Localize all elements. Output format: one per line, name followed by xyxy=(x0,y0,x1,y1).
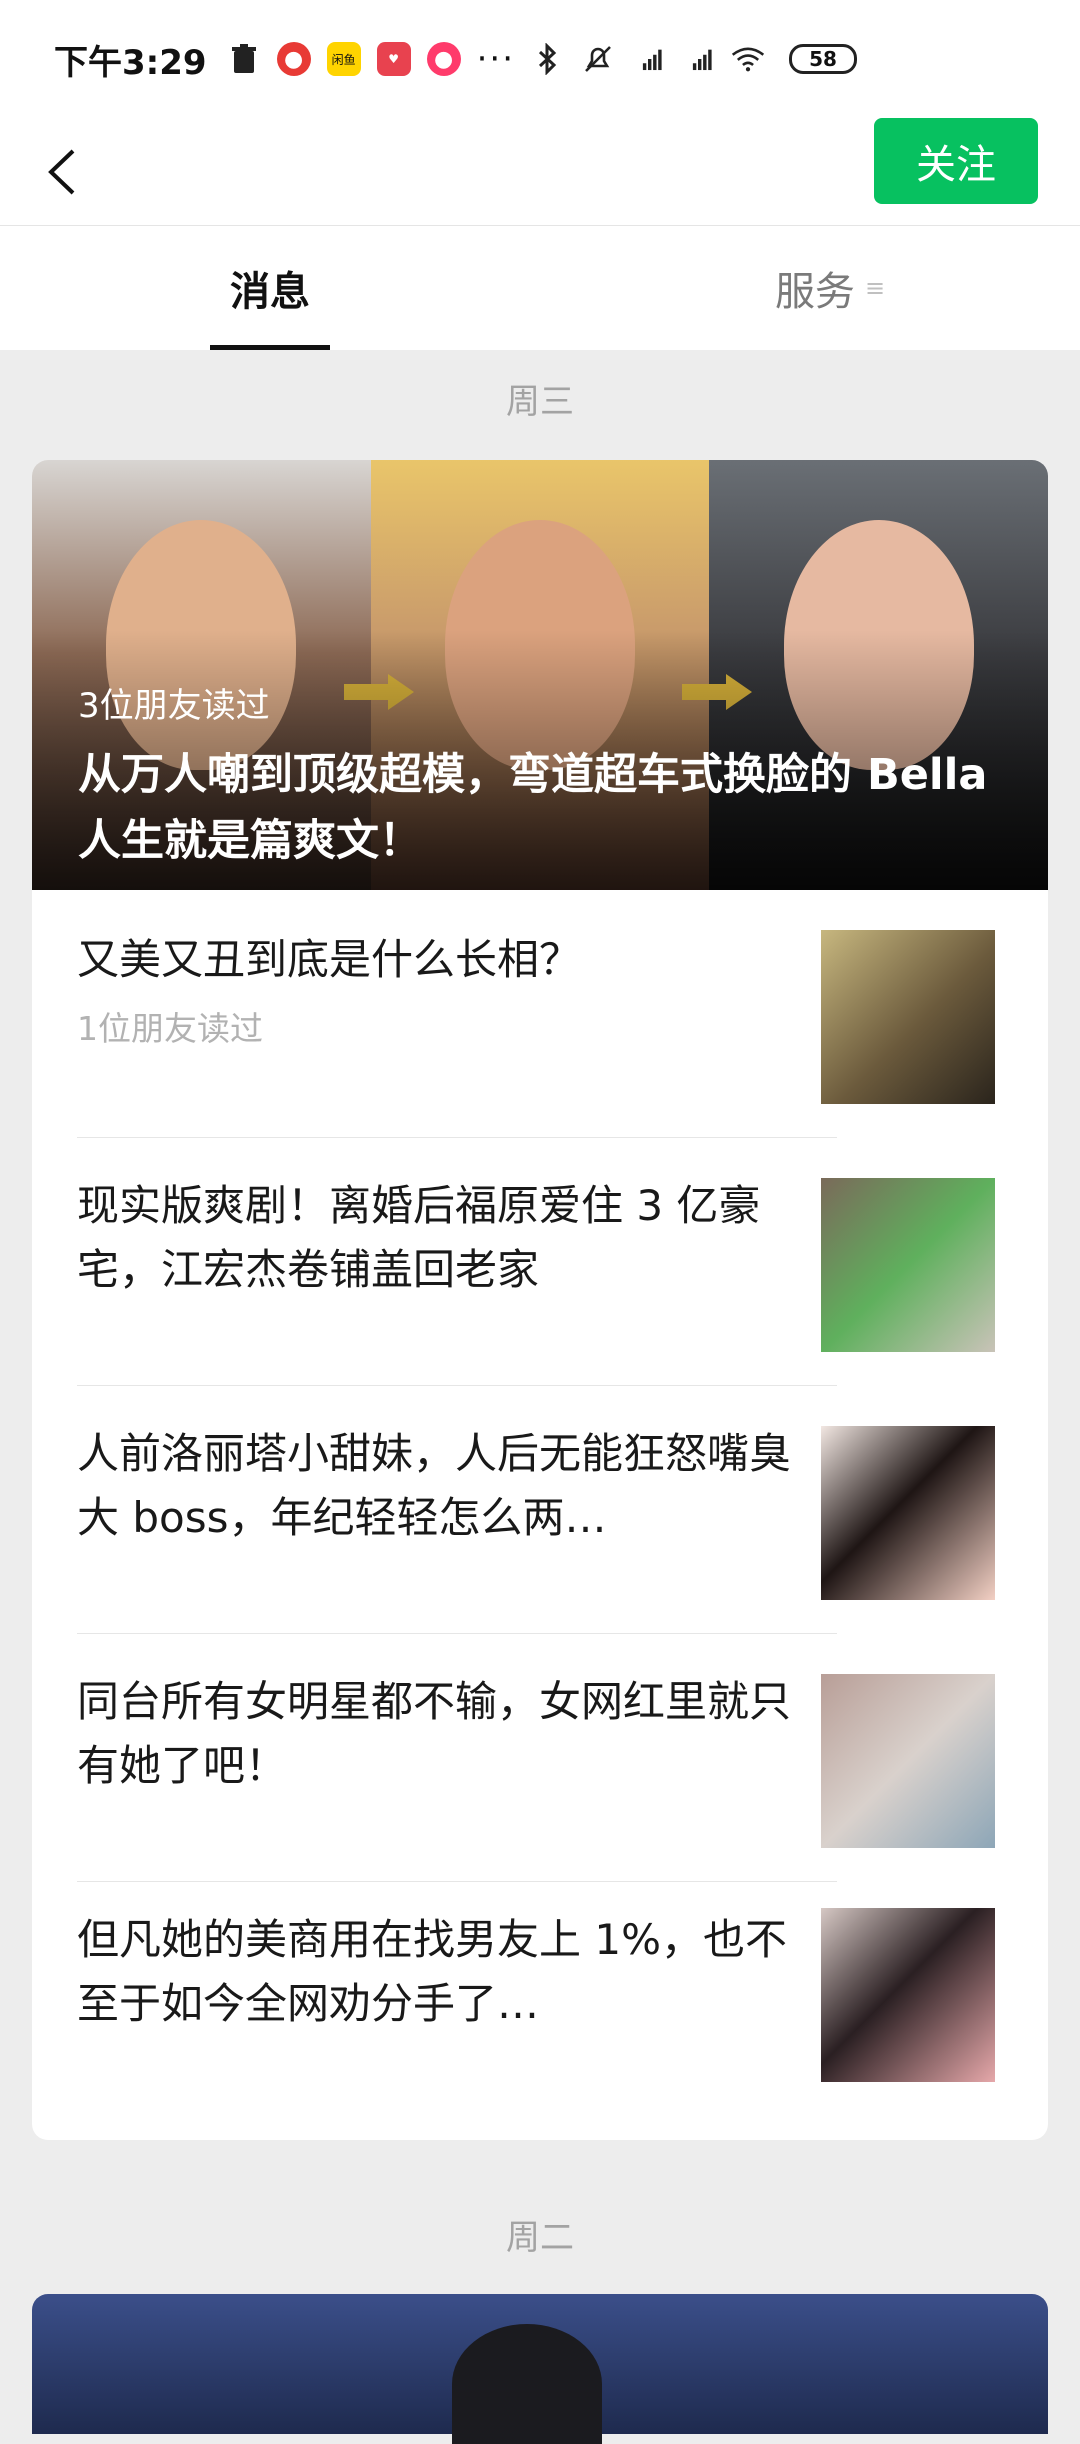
article-thumbnail xyxy=(821,1426,995,1600)
article-group-card: 3位朋友读过 从万人嘲到顶级超模，弯道超车式换脸的 Bella 人生就是篇爽文！… xyxy=(32,460,1048,2140)
active-tab-indicator xyxy=(210,345,330,350)
article-thumbnail xyxy=(821,930,995,1104)
article-title: 又美又丑到底是什么长相？ xyxy=(77,935,582,984)
article-title: 同台所有女明星都不输，女网红里就只有她了吧！ xyxy=(77,1677,792,1790)
status-time: 下午3:29 xyxy=(54,42,207,83)
app-notification-icon: ● xyxy=(276,42,311,76)
article-thumbnail xyxy=(821,1908,995,2082)
hero-image-panel xyxy=(452,2324,602,2444)
tab-bar: 消息 服务 ≡ xyxy=(0,226,1080,350)
top-nav-bar: 关注 xyxy=(0,118,1080,226)
signal-hd-icon xyxy=(681,42,715,76)
menu-lines-icon: ≡ xyxy=(864,274,886,302)
signal-hd-icon xyxy=(631,42,665,76)
article-thumbnail xyxy=(821,1178,995,1352)
wifi-icon xyxy=(731,42,765,76)
hero-article[interactable] xyxy=(32,2294,1048,2444)
article-item[interactable]: 现实版爽剧！离婚后福原爱住 3 亿豪宅，江宏杰卷铺盖回老家 xyxy=(77,1138,1037,1386)
article-item[interactable]: 又美又丑到底是什么长相？ 1位朋友读过 xyxy=(77,890,1037,1138)
hero-readers-count: 3位朋友读过 xyxy=(78,686,270,726)
hero-article[interactable]: 3位朋友读过 从万人嘲到顶级超模，弯道超车式换脸的 Bella 人生就是篇爽文！ xyxy=(32,460,1048,890)
tab-services-label: 服务 xyxy=(774,269,855,315)
tab-messages[interactable]: 消息 xyxy=(210,226,330,350)
date-group-label: 周二 xyxy=(506,2218,574,2258)
article-readers-count: 1位朋友读过 xyxy=(77,1009,263,1048)
chevron-left-icon xyxy=(48,149,75,195)
app-notification-icon: ● xyxy=(426,42,461,76)
article-title: 人前洛丽塔小甜妹，人后无能狂怒嘴臭大 boss，年纪轻轻怎么两… xyxy=(77,1429,792,1542)
status-bar: 下午3:29 ● 闲鱼 ♥ ● ··· 58 xyxy=(0,0,1080,118)
bluetooth-icon xyxy=(531,42,565,76)
mute-bell-icon xyxy=(581,42,615,76)
more-notifications-icon: ··· xyxy=(476,39,516,79)
app-notification-icon: ♥ xyxy=(376,42,411,76)
follow-button[interactable]: 关注 xyxy=(874,118,1038,204)
article-item[interactable]: 同台所有女明星都不输，女网红里就只有她了吧！ xyxy=(77,1634,1037,1882)
hero-title: 从万人嘲到顶级超模，弯道超车式换脸的 Bella 人生就是篇爽文！ xyxy=(78,750,988,866)
article-item[interactable]: 但凡她的美商用在找男友上 1%，也不至于如今全网劝分手了… xyxy=(77,1882,1037,2130)
article-title: 现实版爽剧！离婚后福原爱住 3 亿豪宅，江宏杰卷铺盖回老家 xyxy=(77,1181,761,1294)
article-item[interactable]: 人前洛丽塔小甜妹，人后无能狂怒嘴臭大 boss，年纪轻轻怎么两… xyxy=(77,1386,1037,1634)
article-title: 但凡她的美商用在找男友上 1%，也不至于如今全网劝分手了… xyxy=(77,1915,787,2028)
battery-indicator: 58 xyxy=(789,44,858,74)
trash-icon xyxy=(227,42,261,76)
article-thumbnail xyxy=(821,1674,995,1848)
date-group-label: 周三 xyxy=(506,382,574,422)
xianyu-app-icon: 闲鱼 xyxy=(326,42,361,76)
tab-messages-label: 消息 xyxy=(230,269,310,315)
back-button[interactable] xyxy=(30,140,94,204)
tab-services[interactable]: 服务 ≡ xyxy=(760,226,900,350)
